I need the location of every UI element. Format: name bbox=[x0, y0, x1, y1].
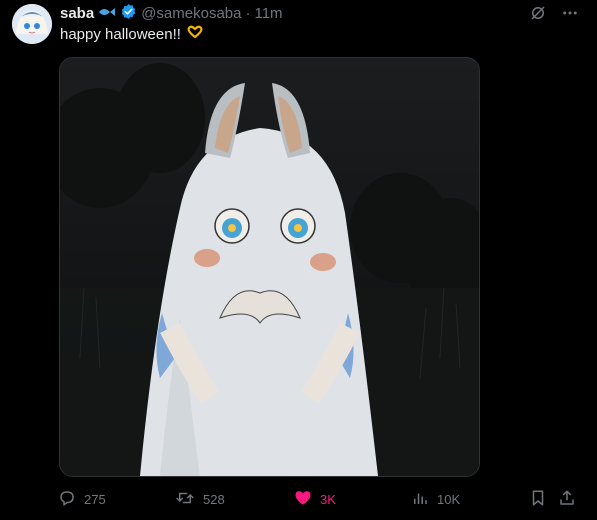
share-button[interactable] bbox=[558, 487, 576, 511]
post-media[interactable] bbox=[59, 57, 480, 477]
views-button[interactable]: 10K bbox=[411, 487, 460, 511]
author-name[interactable]: saba bbox=[60, 5, 94, 22]
post-text-row: happy halloween!! bbox=[60, 25, 204, 43]
reply-count: 275 bbox=[84, 491, 106, 507]
grok-icon[interactable] bbox=[529, 4, 547, 27]
like-button[interactable]: 3K bbox=[294, 487, 336, 511]
views-count: 10K bbox=[437, 491, 461, 507]
post-top-actions bbox=[529, 4, 579, 27]
heart-filled-icon bbox=[294, 489, 312, 510]
bookmark-button[interactable] bbox=[529, 487, 547, 511]
separator: · bbox=[245, 4, 251, 22]
like-count: 3K bbox=[320, 491, 336, 507]
verified-badge-icon[interactable] bbox=[120, 3, 137, 24]
more-icon[interactable] bbox=[561, 4, 579, 27]
repost-button[interactable]: 528 bbox=[175, 487, 225, 511]
repost-icon bbox=[175, 489, 195, 510]
post-actions: 275 528 3K 10K bbox=[58, 487, 579, 511]
repost-count: 528 bbox=[203, 491, 225, 507]
heart-hands-icon bbox=[186, 25, 204, 43]
post-text: happy halloween!! bbox=[60, 25, 181, 43]
reply-icon bbox=[58, 489, 76, 510]
avatar-image bbox=[12, 4, 52, 44]
ghost-character-image bbox=[60, 58, 479, 476]
share-icon bbox=[558, 489, 576, 510]
views-chart-icon bbox=[411, 489, 429, 510]
author-handle[interactable]: @samekosaba bbox=[141, 5, 241, 22]
bookmark-icon bbox=[529, 489, 547, 510]
reply-button[interactable]: 275 bbox=[58, 487, 106, 511]
avatar[interactable] bbox=[12, 4, 52, 44]
post-header: saba @samekosaba · 11m bbox=[60, 3, 283, 24]
fish-icon bbox=[98, 5, 116, 22]
post-time[interactable]: 11m bbox=[254, 5, 282, 22]
